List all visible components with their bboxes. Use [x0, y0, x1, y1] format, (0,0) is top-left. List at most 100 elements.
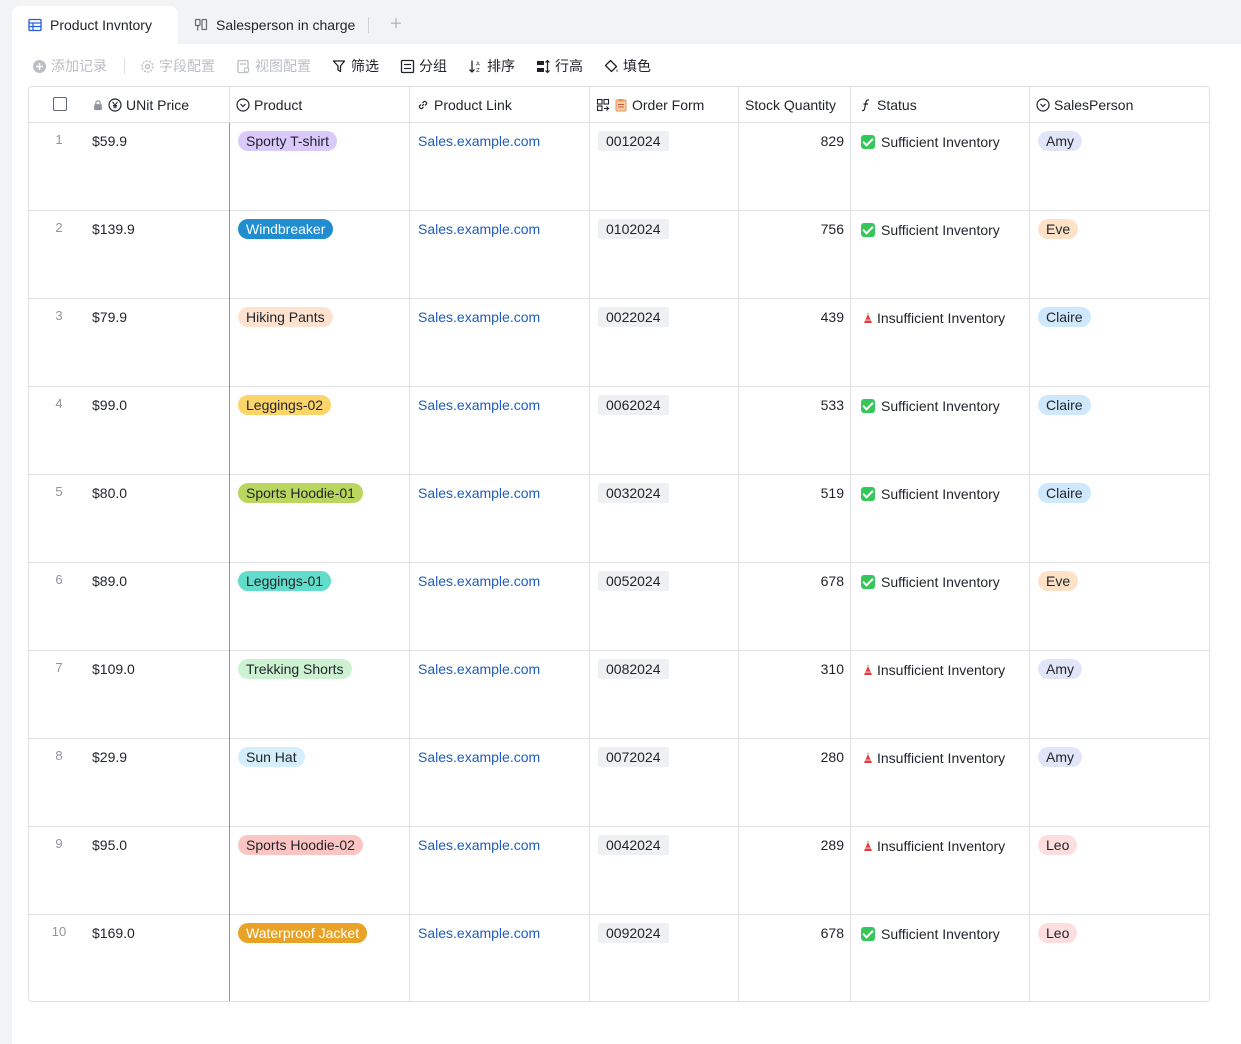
price-cell[interactable]: $29.9 — [89, 739, 230, 826]
stock-cell[interactable]: 280 — [739, 739, 851, 826]
salesperson-cell[interactable]: Amy — [1030, 123, 1209, 210]
status-cell[interactable]: Insufficient Inventory — [851, 827, 1030, 914]
price-cell[interactable]: $99.0 — [89, 387, 230, 474]
stock-cell[interactable]: 289 — [739, 827, 851, 914]
table-row[interactable]: 5 $80.0 Sports Hoodie-01 Sales.example.c… — [29, 475, 1209, 563]
salesperson-cell[interactable]: Claire — [1030, 299, 1209, 386]
salesperson-cell[interactable]: Amy — [1030, 651, 1209, 738]
add-record-button[interactable]: 添加记录 — [32, 56, 107, 76]
table-row[interactable]: 1 $59.9 Sporty T-shirt Sales.example.com… — [29, 123, 1209, 211]
column-header-order[interactable]: Order Form — [590, 87, 739, 122]
product-cell[interactable]: Sports Hoodie-02 — [230, 827, 410, 914]
column-header-status[interactable]: Status — [851, 87, 1030, 122]
salesperson-cell[interactable]: Eve — [1030, 563, 1209, 650]
table-row[interactable]: 6 $89.0 Leggings-01 Sales.example.com 00… — [29, 563, 1209, 651]
order-form-cell[interactable]: 0032024 — [590, 475, 739, 562]
table-row[interactable]: 7 $109.0 Trekking Shorts Sales.example.c… — [29, 651, 1209, 739]
product-link-cell[interactable]: Sales.example.com — [410, 915, 590, 1001]
stock-cell[interactable]: 519 — [739, 475, 851, 562]
select-all-checkbox[interactable] — [53, 97, 67, 111]
stock-cell[interactable]: 439 — [739, 299, 851, 386]
order-form-cell[interactable]: 0092024 — [590, 915, 739, 1001]
status-cell[interactable]: Sufficient Inventory — [851, 563, 1030, 650]
order-form-cell[interactable]: 0052024 — [590, 563, 739, 650]
order-form-cell[interactable]: 0062024 — [590, 387, 739, 474]
stock-cell[interactable]: 678 — [739, 563, 851, 650]
filter-button[interactable]: 筛选 — [332, 56, 379, 76]
product-cell[interactable]: Trekking Shorts — [230, 651, 410, 738]
field-config-button[interactable]: 字段配置 — [140, 56, 215, 76]
order-form-cell[interactable]: 0022024 — [590, 299, 739, 386]
stock-cell[interactable]: 756 — [739, 211, 851, 298]
column-header-product[interactable]: Product — [230, 87, 410, 122]
price-cell[interactable]: $89.0 — [89, 563, 230, 650]
salesperson-cell[interactable]: Leo — [1030, 915, 1209, 1001]
status-cell[interactable]: Insufficient Inventory — [851, 651, 1030, 738]
product-link-cell[interactable]: Sales.example.com — [410, 739, 590, 826]
product-cell[interactable]: Waterproof Jacket — [230, 915, 410, 1001]
product-cell[interactable]: Sporty T-shirt — [230, 123, 410, 210]
stock-cell[interactable]: 678 — [739, 915, 851, 1001]
product-cell[interactable]: Sun Hat — [230, 739, 410, 826]
status-cell[interactable]: Insufficient Inventory — [851, 739, 1030, 826]
order-form-cell[interactable]: 0012024 — [590, 123, 739, 210]
group-button[interactable]: 分组 — [400, 56, 447, 76]
order-form-cell[interactable]: 0102024 — [590, 211, 739, 298]
sort-button[interactable]: A Z 排序 — [468, 56, 515, 76]
column-header-link[interactable]: Product Link — [410, 87, 590, 122]
price-cell[interactable]: $80.0 — [89, 475, 230, 562]
row-number: 5 — [55, 484, 63, 499]
column-header-salesperson[interactable]: SalesPerson — [1030, 87, 1209, 122]
product-link-cell[interactable]: Sales.example.com — [410, 123, 590, 210]
product-cell[interactable]: Leggings-02 — [230, 387, 410, 474]
product-link-cell[interactable]: Sales.example.com — [410, 651, 590, 738]
stock-cell[interactable]: 533 — [739, 387, 851, 474]
price-cell[interactable]: $109.0 — [89, 651, 230, 738]
table-row[interactable]: 4 $99.0 Leggings-02 Sales.example.com 00… — [29, 387, 1209, 475]
salesperson-cell[interactable]: Claire — [1030, 387, 1209, 474]
product-cell[interactable]: Windbreaker — [230, 211, 410, 298]
stock-cell[interactable]: 829 — [739, 123, 851, 210]
price-cell[interactable]: $169.0 — [89, 915, 230, 1001]
status-cell[interactable]: Sufficient Inventory — [851, 475, 1030, 562]
price-cell[interactable]: $59.9 — [89, 123, 230, 210]
salesperson-cell[interactable]: Amy — [1030, 739, 1209, 826]
order-form-cell[interactable]: 0042024 — [590, 827, 739, 914]
status-cell[interactable]: Sufficient Inventory — [851, 123, 1030, 210]
tab-product-inventory[interactable]: Product Invntory — [12, 6, 178, 44]
status-cell[interactable]: Insufficient Inventory — [851, 299, 1030, 386]
column-header-price[interactable]: UNit Price — [89, 87, 230, 122]
product-link-cell[interactable]: Sales.example.com — [410, 211, 590, 298]
stock-cell[interactable]: 310 — [739, 651, 851, 738]
table-row[interactable]: 9 $95.0 Sports Hoodie-02 Sales.example.c… — [29, 827, 1209, 915]
status-cell[interactable]: Sufficient Inventory — [851, 387, 1030, 474]
price-cell[interactable]: $79.9 — [89, 299, 230, 386]
product-link-cell[interactable]: Sales.example.com — [410, 827, 590, 914]
order-form-cell[interactable]: 0072024 — [590, 739, 739, 826]
salesperson-cell[interactable]: Eve — [1030, 211, 1209, 298]
table-row[interactable]: 8 $29.9 Sun Hat Sales.example.com 007202… — [29, 739, 1209, 827]
product-link-cell[interactable]: Sales.example.com — [410, 387, 590, 474]
price-cell[interactable]: $95.0 — [89, 827, 230, 914]
tab-salesperson[interactable]: Salesperson in charge — [194, 6, 355, 44]
product-link-cell[interactable]: Sales.example.com — [410, 299, 590, 386]
product-cell[interactable]: Leggings-01 — [230, 563, 410, 650]
product-cell[interactable]: Sports Hoodie-01 — [230, 475, 410, 562]
fill-color-button[interactable]: 填色 — [604, 56, 651, 76]
table-row[interactable]: 10 $169.0 Waterproof Jacket Sales.exampl… — [29, 915, 1209, 1001]
table-row[interactable]: 2 $139.9 Windbreaker Sales.example.com 0… — [29, 211, 1209, 299]
product-cell[interactable]: Hiking Pants — [230, 299, 410, 386]
column-header-stock[interactable]: Stock Quantity — [739, 87, 851, 122]
view-config-button[interactable]: 视图配置 — [236, 56, 311, 76]
price-cell[interactable]: $139.9 — [89, 211, 230, 298]
table-row[interactable]: 3 $79.9 Hiking Pants Sales.example.com 0… — [29, 299, 1209, 387]
row-height-button[interactable]: 行高 — [536, 56, 583, 76]
add-tab-button[interactable]: + — [386, 14, 406, 34]
status-cell[interactable]: Sufficient Inventory — [851, 211, 1030, 298]
salesperson-cell[interactable]: Claire — [1030, 475, 1209, 562]
order-form-cell[interactable]: 0082024 — [590, 651, 739, 738]
product-link-cell[interactable]: Sales.example.com — [410, 475, 590, 562]
salesperson-cell[interactable]: Leo — [1030, 827, 1209, 914]
product-link-cell[interactable]: Sales.example.com — [410, 563, 590, 650]
status-cell[interactable]: Sufficient Inventory — [851, 915, 1030, 1001]
